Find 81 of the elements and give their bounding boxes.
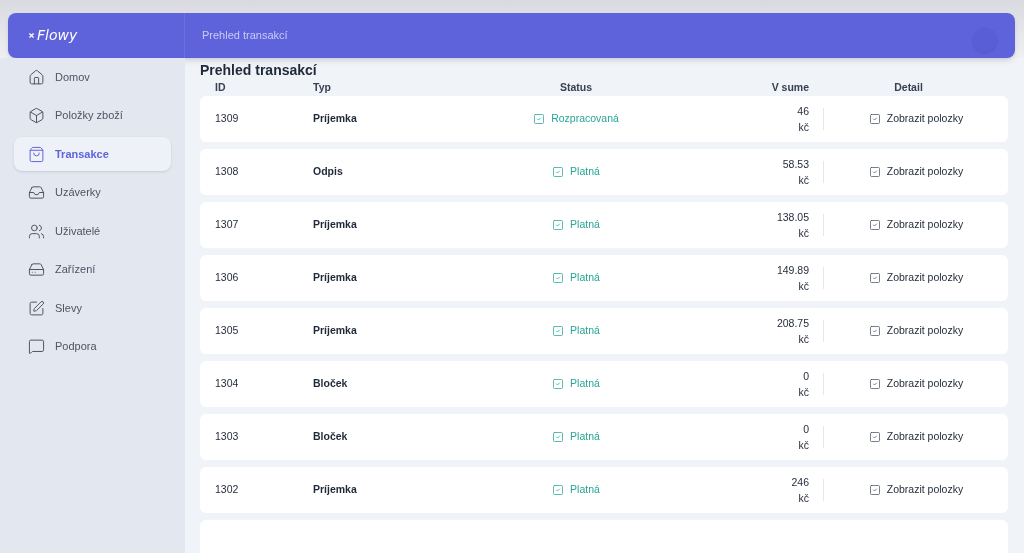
amount-cell-text: 138.05 kč xyxy=(776,209,809,241)
section-title: Prehled transakcí xyxy=(200,61,318,80)
table-cell-text: Príjemka xyxy=(313,481,358,497)
amount-cell-text: 58.53 kč xyxy=(782,156,809,188)
table-cell-text: Príjemka xyxy=(313,216,358,232)
check-icon xyxy=(868,377,881,390)
column-header: Detail xyxy=(894,80,923,95)
users-icon xyxy=(28,222,45,240)
check-icon xyxy=(552,430,565,443)
table-cell-text: 1303 xyxy=(214,428,240,444)
status-label: Platná xyxy=(552,322,600,339)
table-cell-text: 1307 xyxy=(214,216,240,232)
detail-link[interactable]: Zobrazit polozky xyxy=(868,481,964,498)
status-label: Rozpracovaná xyxy=(533,110,619,127)
status-label: Platná xyxy=(552,216,600,233)
column-header: Status xyxy=(559,80,593,95)
table-cell-text: 1309 xyxy=(214,110,240,126)
check-icon xyxy=(868,112,881,125)
column-header: V sume xyxy=(771,80,809,95)
table-cell-text: 1304 xyxy=(214,375,240,391)
logo: Flowy xyxy=(37,26,78,45)
check-icon xyxy=(868,271,881,284)
column-header: ID xyxy=(214,80,227,95)
box-icon xyxy=(28,107,45,124)
detail-link[interactable]: Zobrazit polozky xyxy=(868,216,964,233)
detail-link[interactable]: Zobrazit polozky xyxy=(868,322,964,339)
shopping-bag-icon xyxy=(28,145,45,163)
detail-link[interactable]: Zobrazit polozky xyxy=(868,269,964,286)
check-icon xyxy=(868,483,881,496)
drive-icon xyxy=(28,261,45,278)
table-cell-text: 1308 xyxy=(214,163,240,179)
pen-square-icon xyxy=(28,299,45,317)
check-icon xyxy=(552,377,565,390)
status-label: Platná xyxy=(552,481,600,498)
amount-cell-text: 0 kč xyxy=(798,421,809,453)
check-icon xyxy=(868,324,881,337)
house-icon xyxy=(28,68,45,86)
status-label: Platná xyxy=(552,375,600,392)
sidebar-item[interactable]: Slevy xyxy=(14,291,171,325)
status-label: Platná xyxy=(552,428,600,445)
check-icon xyxy=(552,324,565,337)
logo-mark-icon xyxy=(28,32,35,39)
detail-link[interactable]: Zobrazit polozky xyxy=(868,110,964,127)
status-label: Platná xyxy=(552,269,600,286)
amount-cell-text: 246 kč xyxy=(791,474,809,506)
amount-cell-text: 0 kč xyxy=(798,368,809,400)
chat-icon xyxy=(28,338,45,355)
sidebar-item[interactable]: Podpora xyxy=(14,329,171,364)
detail-link[interactable]: Zobrazit polozky xyxy=(868,163,964,180)
table-cell-text: 1306 xyxy=(214,269,240,285)
page-title: Prehled transakcí xyxy=(201,28,288,44)
sidebar-item[interactable]: Zařízení xyxy=(14,252,171,287)
sidebar-item[interactable]: Položky zboží xyxy=(14,98,171,133)
check-icon xyxy=(868,430,881,443)
check-icon xyxy=(868,218,881,231)
table-cell-text: Bloček xyxy=(313,375,349,391)
amount-cell-text: 208.75 kč xyxy=(776,315,809,347)
sidebar-item[interactable]: Transakce xyxy=(14,137,171,171)
status-label: Platná xyxy=(552,163,600,180)
table-cell-text: Príjemka xyxy=(313,269,358,285)
sidebar-item[interactable]: Domov xyxy=(14,60,171,94)
detail-link[interactable]: Zobrazit polozky xyxy=(868,428,964,445)
check-icon xyxy=(552,271,565,284)
table-cell-text: Príjemka xyxy=(313,322,358,338)
table-cell-text: Príjemka xyxy=(313,110,358,126)
inbox-icon xyxy=(28,184,45,201)
amount-cell-text: 149.89 kč xyxy=(776,262,809,294)
table-cell-text: Odpis xyxy=(313,163,344,179)
check-icon xyxy=(868,165,881,178)
check-icon xyxy=(552,165,565,178)
table-cell-text: 1305 xyxy=(214,322,240,338)
detail-link[interactable]: Zobrazit polozky xyxy=(868,375,964,392)
table-cell-text: 1302 xyxy=(214,481,240,497)
sidebar-item[interactable]: Uzáverky xyxy=(14,175,171,210)
amount-cell-text: 46 kč xyxy=(797,103,809,135)
check-icon xyxy=(552,483,565,496)
column-header: Typ xyxy=(313,80,331,95)
table-cell-text: Bloček xyxy=(313,428,349,444)
check-icon xyxy=(533,112,546,125)
sidebar-item[interactable]: Uživatelé xyxy=(14,214,171,248)
check-icon xyxy=(552,218,565,231)
